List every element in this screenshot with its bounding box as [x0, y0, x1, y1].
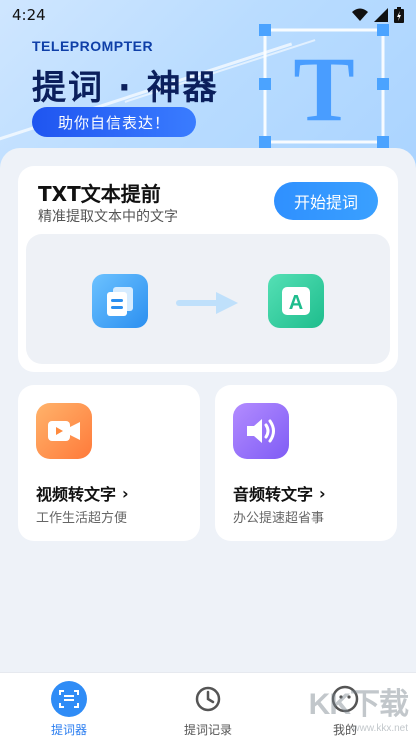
- battery-icon: [394, 7, 404, 23]
- history-clock-icon: [195, 686, 221, 712]
- video-to-text-desc: 工作生活超方便: [36, 511, 128, 526]
- chevron-right-icon: ›: [122, 483, 129, 503]
- start-prompt-button[interactable]: 开始提词: [274, 182, 378, 220]
- teleprompter-icon: [51, 681, 87, 717]
- tagline-pill: 助你自信表达！: [32, 107, 196, 137]
- audio-to-text-desc: 办公提速超省事: [233, 511, 325, 526]
- audio-to-text-label: 音频转文字 ›: [233, 483, 326, 505]
- video-to-text-label: 视频转文字 ›: [36, 483, 129, 505]
- txt-extract-card: TXT文本提前 精准提取文本中的文字 开始提词 A: [18, 166, 398, 372]
- svg-text:A: A: [289, 292, 303, 314]
- page-title: 提词 · 神器: [32, 68, 219, 108]
- tab-teleprompter[interactable]: 提词器: [24, 681, 114, 738]
- txt-card-subtitle: 精准提取文本中的文字: [38, 209, 178, 225]
- watermark: KK下载 www.kkx.net: [308, 688, 409, 734]
- chevron-right-icon: ›: [319, 483, 326, 503]
- tab-history[interactable]: 提词记录: [163, 681, 253, 738]
- letter-a-icon: A: [268, 274, 324, 328]
- video-camera-icon: [36, 403, 92, 459]
- audio-to-text-card[interactable]: 音频转文字 › 办公提速超省事: [215, 385, 397, 541]
- document-stack-icon: [92, 274, 148, 328]
- txt-card-title: TXT文本提前: [38, 182, 161, 206]
- bottom-tab-bar: 提词器 提词记录 我的 KK下载 www.kkx.net: [0, 672, 416, 740]
- tab-history-label: 提词记录: [183, 723, 232, 737]
- speaker-icon: [233, 403, 289, 459]
- video-to-text-card[interactable]: 视频转文字 › 工作生活超方便: [18, 385, 200, 541]
- text-frame-illustration-icon: T: [259, 24, 389, 148]
- tab-teleprompter-label: 提词器: [50, 723, 87, 737]
- brand-english-label: TELEPROMPTER: [32, 38, 154, 54]
- arrow-right-icon: [176, 292, 238, 314]
- convert-area[interactable]: A: [26, 234, 390, 364]
- status-time: 4:24: [12, 6, 46, 24]
- svg-text:T: T: [293, 38, 354, 140]
